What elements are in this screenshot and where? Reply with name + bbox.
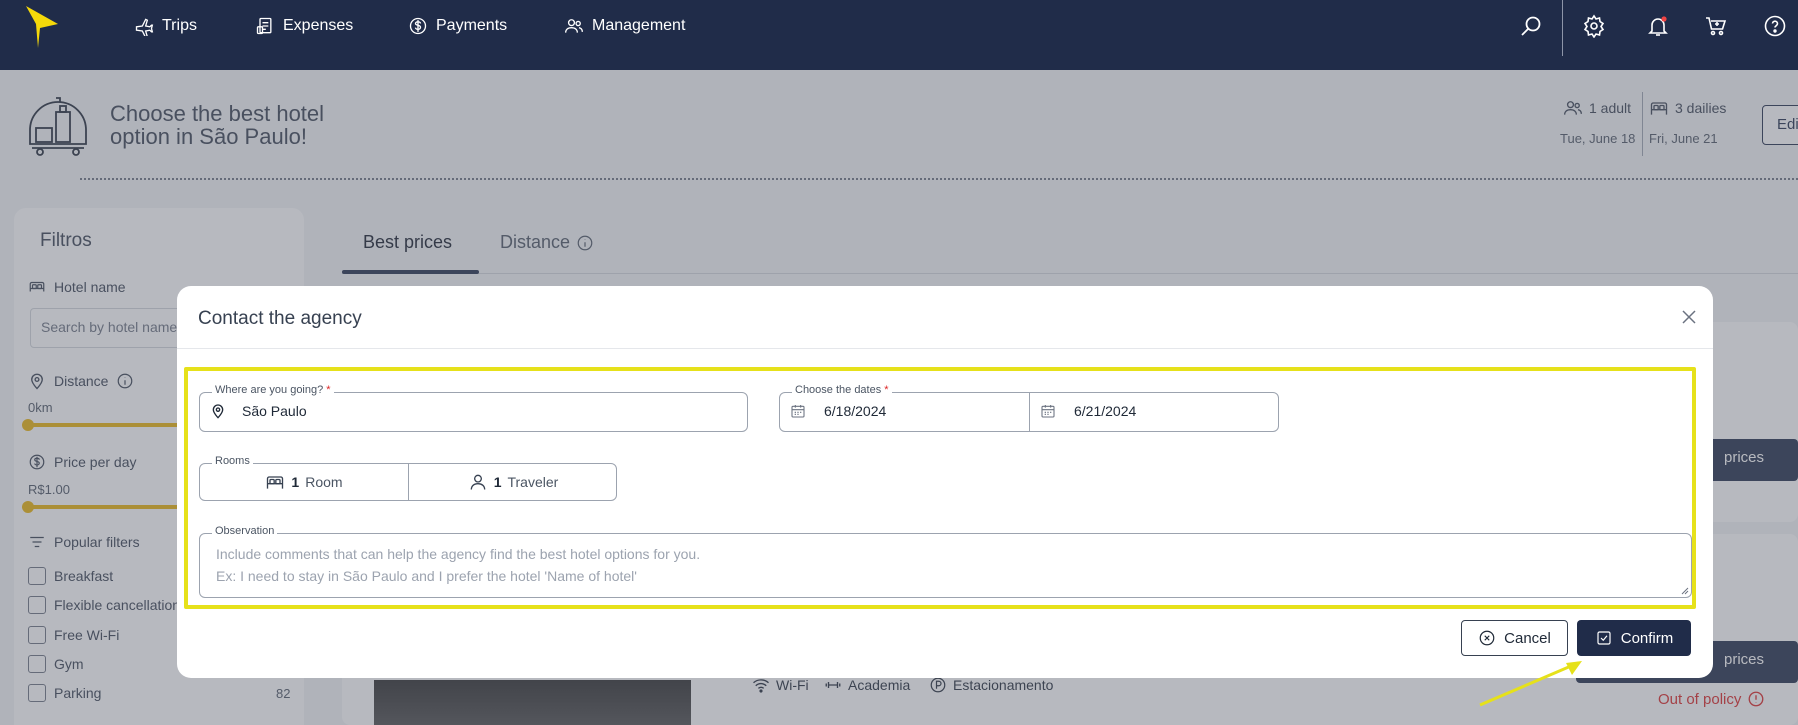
dates-field[interactable]: Choose the dates * 6/18/2024 6/21/2024: [779, 384, 1279, 432]
date-field-divider: [1029, 393, 1030, 431]
map-pin-icon: [212, 404, 224, 419]
resize-handle-icon[interactable]: [1681, 587, 1689, 595]
rooms-unit: Room: [305, 474, 343, 490]
rooms-field: Rooms 1 Room 1 Traveler: [199, 455, 617, 501]
destination-field[interactable]: Where are you going? * São Paulo: [199, 384, 748, 432]
confirm-button[interactable]: Confirm: [1577, 620, 1691, 656]
form-highlight-box: Where are you going? * São Paulo Choose …: [184, 367, 1696, 609]
dollar-circle-icon: [409, 17, 427, 35]
cart-icon[interactable]: [1704, 14, 1728, 38]
users-icon: [565, 19, 583, 33]
rooms-selector[interactable]: 1 Room: [200, 464, 408, 500]
nav-expenses-label: Expenses: [283, 17, 354, 34]
calendar-icon: [1041, 405, 1055, 418]
observation-placeholder-line: Include comments that can help the agenc…: [216, 546, 701, 562]
modal-title: Contact the agency: [198, 308, 362, 329]
end-date-value[interactable]: 6/21/2024: [1074, 403, 1136, 419]
search-icon[interactable]: [1519, 14, 1543, 38]
destination-label: Where are you going? *: [212, 384, 334, 396]
nav-payments[interactable]: Payments: [408, 14, 507, 38]
top-navbar: Trips Expenses Payments Management: [0, 0, 1798, 70]
dates-label: Choose the dates *: [792, 384, 892, 396]
nav-trips[interactable]: Trips: [134, 14, 197, 38]
nav-payments-label: Payments: [436, 17, 508, 34]
calendar-icon: [791, 405, 805, 418]
logo-icon[interactable]: [26, 6, 58, 48]
travelers-count: 1: [493, 474, 502, 490]
bell-icon[interactable]: [1646, 14, 1670, 38]
help-icon[interactable]: [1763, 14, 1787, 38]
plane-icon: [135, 18, 154, 36]
observation-label: Observation: [212, 525, 278, 537]
contact-agency-modal: Contact the agency Where are you going? …: [177, 286, 1713, 678]
nav-divider: [1562, 0, 1563, 56]
modal-divider: [177, 348, 1713, 349]
check-square-icon: [1597, 631, 1611, 645]
cancel-circle-icon: [1479, 630, 1495, 646]
close-icon[interactable]: [1680, 308, 1698, 326]
nav-expenses[interactable]: Expenses: [255, 14, 353, 38]
destination-value: São Paulo: [242, 403, 307, 419]
nav-management[interactable]: Management: [564, 14, 685, 38]
cancel-button[interactable]: Cancel: [1461, 620, 1568, 656]
travelers-selector[interactable]: 1 Traveler: [409, 464, 617, 500]
rooms-count: 1: [291, 474, 300, 490]
gear-icon[interactable]: [1582, 14, 1606, 38]
receipt-icon: [256, 17, 272, 35]
nav-trips-label: Trips: [162, 17, 197, 34]
user-icon: [470, 474, 486, 490]
annotation-arrow-icon: [1479, 661, 1582, 707]
travelers-unit: Traveler: [507, 474, 559, 490]
observation-textarea[interactable]: Observation Include comments that can he…: [199, 525, 1692, 598]
nav-management-label: Management: [592, 17, 686, 34]
bed-icon: [267, 476, 284, 489]
observation-placeholder-line: Ex: I need to stay in São Paulo and I pr…: [216, 568, 637, 584]
start-date-value[interactable]: 6/18/2024: [824, 403, 886, 419]
